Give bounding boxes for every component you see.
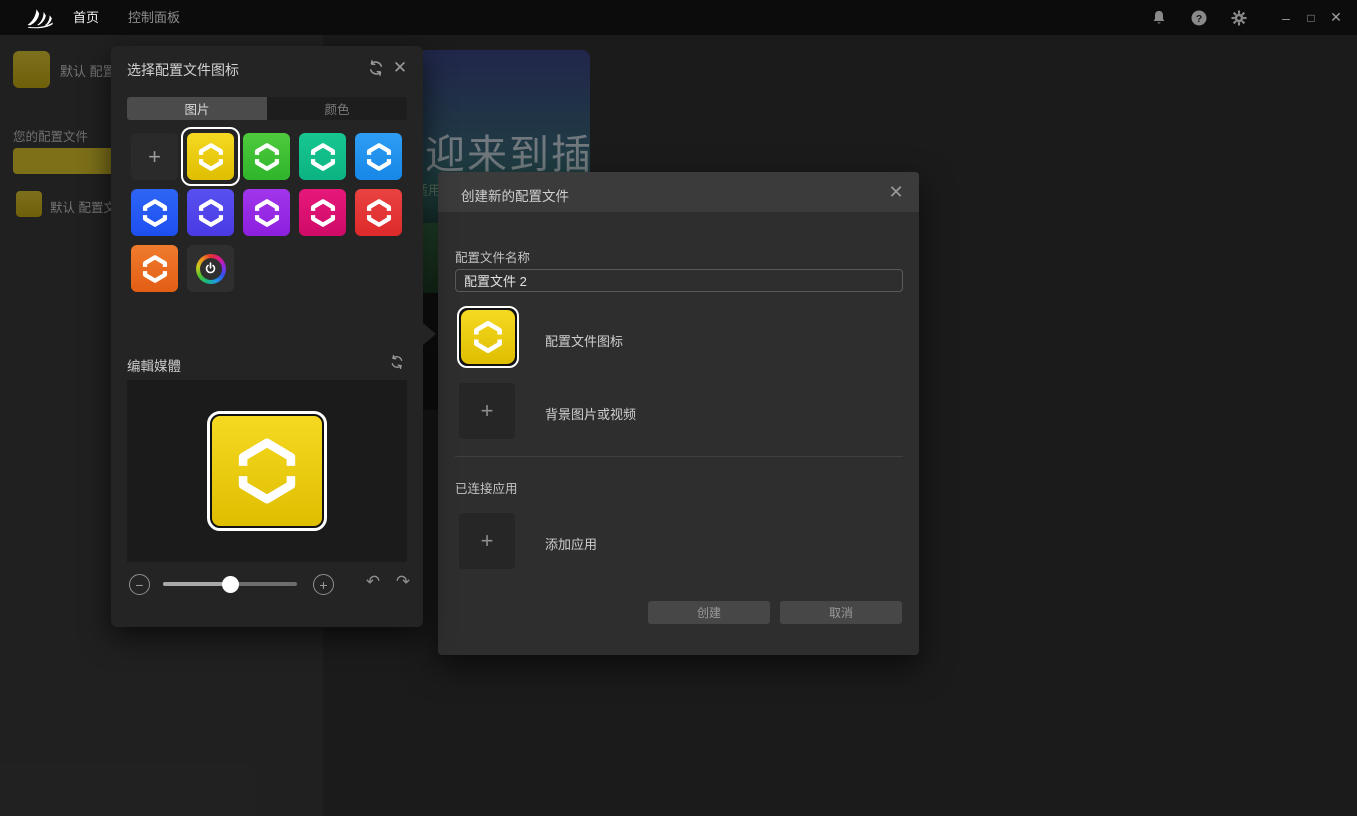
media-preview-canvas[interactable] — [127, 380, 407, 562]
add-app-button[interactable]: + — [459, 513, 515, 569]
add-icon-tile[interactable]: + — [131, 133, 178, 180]
dialog-title: 创建新的配置文件 — [461, 185, 569, 205]
zoom-out-button[interactable]: − — [129, 574, 150, 595]
corsair-logo-icon — [26, 5, 56, 30]
hexagon-green[interactable] — [243, 133, 290, 180]
zoom-slider-thumb[interactable] — [222, 576, 239, 593]
media-editor-title: 编輯媒體 — [127, 355, 181, 375]
close-window-button[interactable]: ✕ — [1324, 0, 1348, 35]
create-profile-dialog: 创建新的配置文件 ✕ 配置文件名称 配置文件图标 + 背景图片或视频 已连接应用… — [438, 172, 919, 655]
hexagon-sky-blue[interactable] — [355, 133, 402, 180]
profile-icon-preview[interactable] — [207, 411, 327, 531]
svg-text:?: ? — [1196, 14, 1202, 25]
nav-home[interactable]: 首页 — [73, 0, 99, 35]
profile-icon-label: 配置文件图标 — [545, 331, 623, 350]
hexagon-indigo[interactable] — [187, 189, 234, 236]
icue-logo-tile[interactable] — [187, 245, 234, 292]
profile-name-input[interactable] — [455, 269, 903, 292]
add-app-label: 添加应用 — [545, 534, 597, 553]
create-button[interactable]: 创建 — [648, 601, 770, 624]
hexagon-blue[interactable] — [131, 189, 178, 236]
settings-gear-icon[interactable] — [1229, 8, 1249, 28]
hexagon-purple[interactable] — [243, 189, 290, 236]
cancel-button[interactable]: 取消 — [780, 601, 902, 624]
title-bar: 首页 控制面板 ? – — [0, 0, 1357, 35]
nav-dashboard[interactable]: 控制面板 — [128, 0, 180, 35]
dialog-header: 创建新的配置文件 ✕ — [438, 172, 919, 212]
tab-color[interactable]: 颜色 — [267, 97, 407, 120]
hexagon-teal[interactable] — [299, 133, 346, 180]
hexagon-magenta[interactable] — [299, 189, 346, 236]
background-media-label: 背景图片或视频 — [545, 404, 636, 423]
close-icon[interactable]: ✕ — [391, 58, 409, 76]
hexagon-orange[interactable] — [131, 245, 178, 292]
selected-profile-icon[interactable] — [457, 306, 519, 368]
refresh-icon[interactable] — [367, 59, 385, 77]
icon-picker-popover: 选择配置文件图标 ✕ 图片 颜色 + 编輯媒體 − — [111, 46, 423, 627]
maximize-button[interactable]: □ — [1299, 0, 1323, 35]
rotate-right-icon[interactable]: ↷ — [392, 570, 414, 594]
minimize-button[interactable]: – — [1274, 0, 1298, 35]
app-window: 默认 配置文件 您的配置文件 默认 配置文件 欢迎来到插件 适用 首页 控制面板 — [0, 0, 1357, 816]
icue-pinwheel-icon — [196, 254, 226, 284]
add-background-media-button[interactable]: + — [459, 383, 515, 439]
plus-icon: + — [481, 528, 494, 554]
icon-picker-tabs: 图片 颜色 — [127, 97, 407, 120]
icon-grid: + — [131, 133, 411, 293]
icon-picker-title: 选择配置文件图标 — [127, 60, 239, 80]
hexagon-red[interactable] — [355, 189, 402, 236]
tab-image[interactable]: 图片 — [127, 97, 267, 120]
notifications-bell-icon[interactable] — [1149, 8, 1169, 28]
popover-arrow — [423, 323, 436, 345]
plus-icon: + — [481, 398, 494, 424]
section-divider — [455, 456, 903, 457]
hexagon-yellow[interactable] — [187, 133, 234, 180]
help-icon[interactable]: ? — [1189, 8, 1209, 28]
zoom-slider-fill — [163, 582, 230, 586]
zoom-in-button[interactable]: + — [313, 574, 334, 595]
connected-apps-label: 已连接应用 — [455, 478, 518, 497]
refresh-icon[interactable] — [389, 354, 405, 370]
profile-name-label: 配置文件名称 — [455, 247, 530, 266]
rotate-left-icon[interactable]: ↶ — [362, 570, 384, 594]
close-icon[interactable]: ✕ — [886, 182, 906, 202]
